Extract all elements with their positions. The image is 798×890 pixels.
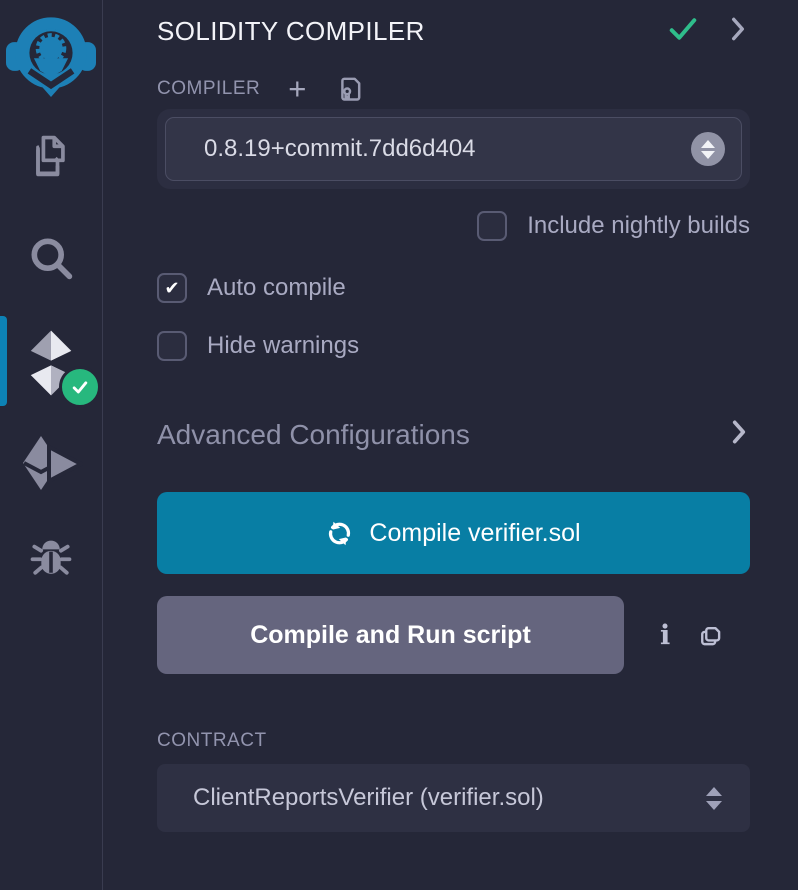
page-title: SOLIDITY COMPILER [157, 16, 425, 47]
compile-and-run-button[interactable]: Compile and Run script [157, 596, 624, 674]
include-nightly-label[interactable]: Include nightly builds [527, 212, 750, 240]
copy-icon[interactable] [696, 620, 726, 650]
include-nightly-checkbox[interactable]: ✔ [477, 211, 507, 241]
compiler-section-header: COMPILER + [157, 73, 750, 104]
advanced-configurations-toggle[interactable]: Advanced Configurations [157, 417, 750, 452]
include-nightly-row: ✔ Include nightly builds [157, 211, 750, 241]
compile-button[interactable]: Compile verifier.sol [157, 492, 750, 574]
hide-warnings-row: ✔ Hide warnings [157, 331, 750, 361]
add-custom-compiler-icon[interactable]: + [288, 73, 306, 104]
hide-warnings-checkbox[interactable]: ✔ [157, 331, 187, 361]
solidity-compiler-icon[interactable] [13, 324, 89, 402]
compile-success-badge [59, 366, 101, 408]
contract-select[interactable]: ClientReportsVerifier (verifier.sol) [157, 764, 750, 832]
select-sort-arrows-icon [691, 132, 725, 166]
search-icon[interactable] [25, 232, 77, 284]
checkmark-icon: ✔ [164, 279, 179, 297]
refresh-icon [326, 520, 353, 547]
compiler-version-value: 0.8.19+commit.7dd6d404 [204, 135, 476, 163]
compiler-section-label: COMPILER [157, 78, 260, 100]
compiler-license-icon[interactable] [334, 73, 365, 104]
panel-header: SOLIDITY COMPILER [157, 14, 750, 49]
deploy-and-run-icon[interactable] [19, 436, 83, 492]
compiler-version-select[interactable]: 0.8.19+commit.7dd6d404 [165, 117, 742, 181]
remix-logo[interactable] [6, 6, 96, 98]
icon-sidebar [0, 0, 103, 890]
info-icon[interactable]: i [660, 620, 670, 651]
chevron-right-icon [728, 417, 750, 452]
hide-warnings-label[interactable]: Hide warnings [207, 332, 359, 360]
compile-button-label: Compile verifier.sol [369, 519, 580, 548]
auto-compile-label[interactable]: Auto compile [207, 274, 346, 302]
auto-compile-row: ✔ Auto compile [157, 273, 750, 303]
solidity-compiler-panel: SOLIDITY COMPILER COMPILER + [103, 0, 798, 890]
compiler-version-select-wrapper: 0.8.19+commit.7dd6d404 [157, 109, 750, 189]
contract-select-value: ClientReportsVerifier (verifier.sol) [193, 784, 544, 812]
contract-section-label: CONTRACT [157, 730, 750, 752]
select-arrows-icon [706, 787, 722, 810]
file-explorer-icon[interactable] [25, 130, 77, 182]
collapse-panel-chevron-icon[interactable] [726, 14, 750, 49]
auto-compile-checkbox[interactable]: ✔ [157, 273, 187, 303]
active-plugin-indicator [0, 316, 7, 406]
debugger-icon[interactable] [24, 530, 78, 584]
advanced-configurations-label: Advanced Configurations [157, 419, 470, 451]
compile-and-run-row: Compile and Run script i [157, 596, 750, 674]
compiled-check-icon [666, 14, 700, 49]
